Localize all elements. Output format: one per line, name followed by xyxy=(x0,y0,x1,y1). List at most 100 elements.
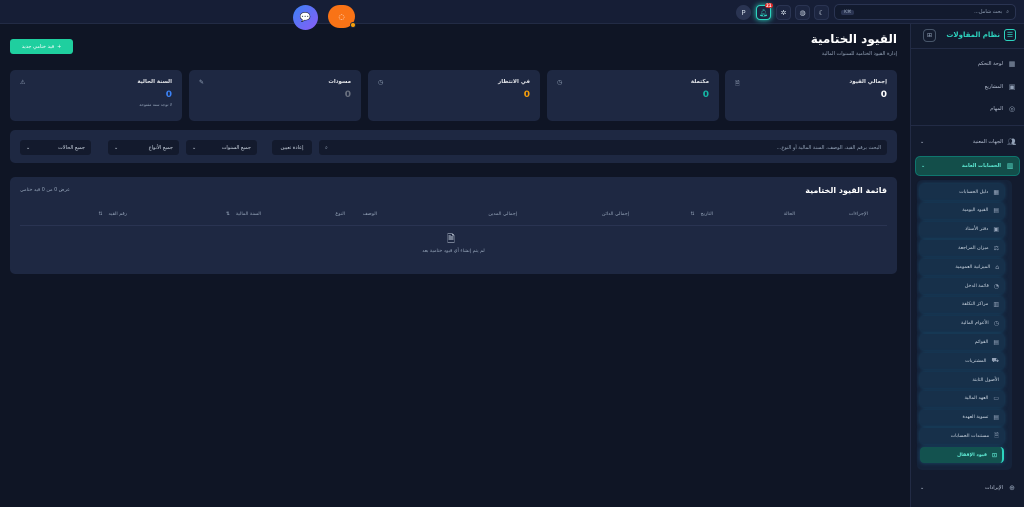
reset-filters-button[interactable]: إعادة تعيين xyxy=(272,140,312,155)
sort-icon: ⇅ xyxy=(690,212,695,217)
divider xyxy=(911,125,1024,126)
top-bar: 💬 ◌ P 🔔︎ 21 ✲ ◍ ☾ ⌕ بحث شامل... ⌘K xyxy=(0,0,1024,30)
submenu-item[interactable]: ◔ قائمة الدخل xyxy=(920,278,1004,294)
moon-icon: ☾ xyxy=(818,8,825,17)
globe-icon: ◍ xyxy=(799,8,806,17)
empty-state-message: لم يتم إنشاء أي قيود ختامية بعد xyxy=(422,249,485,254)
lock-icon: ⊡ xyxy=(991,451,997,459)
ledger-icon: ▣ xyxy=(993,226,999,234)
filters-panel: ⌕ البحث برقم القيد، الوصف، السنة المالية … xyxy=(10,130,897,163)
sidebar-item-projects[interactable]: ▣ المشاريع xyxy=(920,79,1016,95)
bug-icon: ✲ xyxy=(780,8,787,17)
shortcut-hint: ⌘K xyxy=(841,9,855,15)
dashboard-icon: ▦ xyxy=(1008,60,1016,68)
chevron-down-icon: ⌄ xyxy=(26,144,31,151)
submenu-item[interactable]: الأصول الثابتة xyxy=(920,372,1004,388)
submenu-item[interactable]: ▥ مراكز التكلفة xyxy=(920,296,1004,313)
divider xyxy=(20,225,887,226)
submenu-item[interactable]: ⌂ الميزانية العمومية xyxy=(920,259,1004,276)
list-icon: ▤ xyxy=(993,338,999,346)
column-header: الحالة xyxy=(783,212,795,217)
submenu-item[interactable]: ⛟ المشتريات xyxy=(920,353,1004,370)
scale-icon: ⚖ xyxy=(993,244,999,252)
sidebar-item-dashboard[interactable]: ▦ لوحة التحكم xyxy=(920,56,1016,72)
language-button[interactable]: ◍ xyxy=(795,5,810,20)
file-icon: 🗎 xyxy=(994,432,999,440)
column-header: الوصف xyxy=(362,212,377,217)
logo-icon: ☰ xyxy=(1004,29,1016,41)
chevron-down-icon: ⌄ xyxy=(192,144,197,151)
cost-center-icon: ▥ xyxy=(993,301,999,309)
clock-icon: ◷ xyxy=(378,79,384,86)
chart-icon: ▥ xyxy=(1006,162,1014,170)
types-select[interactable]: جميع الأنواع ⌄ xyxy=(108,140,179,155)
stat-card: السنة الحالية 0 لا توجد سنة مفتوحة ⚠ xyxy=(10,70,182,121)
sidebar-group-stakeholders[interactable]: 👥︎ الجهات المعنية ⌄ xyxy=(920,134,1016,150)
divider xyxy=(911,48,1024,49)
check-circle-icon: ◷ xyxy=(557,79,563,86)
page-subtitle: إدارة القيود الختامية للسنوات المالية xyxy=(821,51,897,57)
sidebar-item-tasks[interactable]: ◎ المهام xyxy=(920,101,1016,117)
chevron-down-icon: ⌄ xyxy=(920,139,925,145)
sort-icon: ⇅ xyxy=(98,212,103,217)
sidebar-group-general-accounts[interactable]: ▥ الحسابات العامة ⌄ xyxy=(915,156,1020,176)
bug-report-button[interactable]: ✲ xyxy=(776,5,791,20)
app-name: نظام المقاولات xyxy=(946,31,1000,39)
bell-icon: 🔔︎ xyxy=(759,8,768,17)
statuses-select[interactable]: جميع الحالات ⌄ xyxy=(20,140,91,155)
sidebar-group-revenues[interactable]: ⊕ الإيرادات ⌄ xyxy=(920,480,1016,496)
submenu-item[interactable]: ▣ دفتر الأستاذ xyxy=(920,221,1004,238)
chat-bubble-button[interactable]: 💬 xyxy=(293,5,318,30)
status-dot xyxy=(350,22,356,28)
global-search-input[interactable]: بحث شامل... xyxy=(974,9,1002,15)
submenu-item[interactable]: 🗎 مستندات الحسابات xyxy=(920,428,1004,445)
receipt-icon: ▤ xyxy=(993,414,999,422)
years-select[interactable]: جميع السنوات ⌄ xyxy=(186,140,257,155)
user-avatar[interactable]: P xyxy=(736,5,751,20)
column-header: الإجراءات xyxy=(848,212,868,217)
new-closing-entry-button[interactable]: + قيد ختامي جديد xyxy=(10,39,73,54)
stat-card: إجمالي القيود 0 🗎 xyxy=(725,70,897,121)
income-icon: ◔ xyxy=(993,282,999,290)
column-header: إجمالي المدين xyxy=(488,212,517,217)
collapse-sidebar-button[interactable]: ⊞ xyxy=(923,29,936,42)
check-circle-icon: ◎ xyxy=(1008,105,1016,113)
submenu-item[interactable]: ⊡ قيود الإقفال xyxy=(920,447,1004,464)
stat-card: مكتملة 0 ◷ xyxy=(547,70,719,121)
submenu-item[interactable]: ◷ الأعوام المالية xyxy=(920,315,1004,332)
column-header[interactable]: التاريخ⇅ xyxy=(691,212,713,217)
truck-icon: ⛟ xyxy=(991,357,999,365)
filter-search-input[interactable]: ⌕ البحث برقم القيد، الوصف، السنة المالية … xyxy=(319,140,887,155)
table-title: قائمة القيود الختامية xyxy=(805,186,887,195)
search-icon: ⌕ xyxy=(1006,9,1009,15)
stat-card: في الانتظار 0 ◷ xyxy=(368,70,540,121)
global-search[interactable]: ⌕ بحث شامل... ⌘K xyxy=(834,4,1016,20)
bank-icon: ⌂ xyxy=(995,263,999,271)
closing-entries-table: قائمة القيود الختامية عرض 0 من 0 قيد ختا… xyxy=(10,177,897,274)
column-header: النوع xyxy=(335,212,345,217)
theme-toggle-button[interactable]: ☾ xyxy=(814,5,829,20)
submenu-item[interactable]: ⚖ ميزان المراجعة xyxy=(920,240,1004,257)
app-brand: ☰ نظام المقاولات xyxy=(946,29,1016,41)
submenu-item[interactable]: ▭ العهد المالية xyxy=(920,390,1004,407)
document-icon: 🗎 xyxy=(735,80,740,87)
briefcase-icon: ▣ xyxy=(1008,83,1016,91)
wallet-icon: ▭ xyxy=(993,395,999,403)
plus-icon: + xyxy=(57,43,62,50)
submenu-item[interactable]: ▤ القوائم xyxy=(920,334,1004,351)
column-header[interactable]: السنة المالية⇅ xyxy=(226,212,261,217)
column-header: إجمالي الدائن xyxy=(601,212,629,217)
submenu-item[interactable]: ▦ دليل الحسابات xyxy=(920,184,1004,200)
journal-icon: ▤ xyxy=(993,207,999,215)
chevron-down-icon: ⌄ xyxy=(920,485,925,491)
chevron-down-icon: ⌄ xyxy=(921,163,926,169)
submenu-item[interactable]: ▤ القيود اليومية xyxy=(920,202,1004,219)
sort-icon: ⇅ xyxy=(225,212,230,217)
edit-icon: ✎ xyxy=(199,79,205,86)
users-icon: 👥︎ xyxy=(1007,138,1016,146)
column-header[interactable]: رقم القيد⇅ xyxy=(98,212,127,217)
calendar-icon: ◷ xyxy=(993,320,999,328)
submenu-item[interactable]: ▤ تسوية العهدة xyxy=(920,409,1004,426)
notification-badge: 21 xyxy=(765,3,773,8)
search-icon: ⌕ xyxy=(325,144,328,151)
